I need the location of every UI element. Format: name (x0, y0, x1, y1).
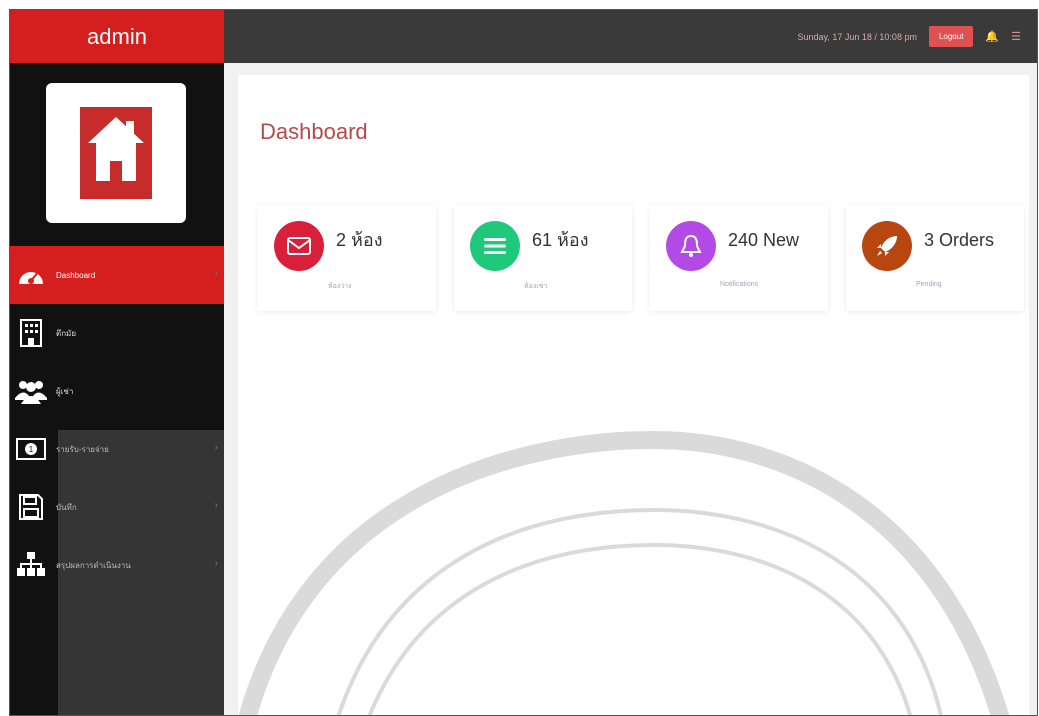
stat-value: 240 New (728, 230, 800, 250)
stat-card-notifications[interactable]: 240 New Notifications (650, 205, 828, 311)
stat-value: 61 ห้อง (532, 230, 589, 250)
bell-icon (666, 221, 716, 271)
sidebar-item-label: ตึกมัย (56, 328, 76, 338)
sidebar-item-tenants[interactable]: ผู้เช่า (10, 362, 224, 420)
sidebar: admin Dashboard › ตึกมัย ผู้เช่า 1 รายรั… (10, 10, 224, 715)
brand-title[interactable]: admin (10, 10, 224, 63)
sidebar-item-building[interactable]: ตึกมัย (10, 304, 224, 362)
home-logo[interactable] (46, 83, 186, 223)
sidebar-item-label: Dashboard (56, 270, 96, 280)
svg-text:1: 1 (29, 445, 34, 454)
app-window: admin Dashboard › ตึกมัย ผู้เช่า 1 รายรั… (9, 9, 1038, 716)
datetime-display: Sunday, 17 Jun 18 / 10:08 pm (797, 31, 917, 42)
building-icon (14, 318, 48, 348)
stat-value: 3 Orders (924, 230, 995, 250)
logout-button[interactable]: Logout (928, 26, 974, 47)
stat-value: 2 ห้อง (336, 230, 383, 250)
stat-label: ห้องเช่า (524, 283, 548, 290)
stat-card-vacant[interactable]: 2 ห้อง ห้องว่าง (258, 205, 436, 311)
stat-card-orders[interactable]: 3 Orders Pending (846, 205, 1024, 311)
money-icon: 1 (14, 434, 48, 464)
bell-icon[interactable]: 🔔 (985, 30, 999, 43)
dashboard-gauge-icon (14, 260, 48, 290)
top-bar: Sunday, 17 Jun 18 / 10:08 pm Logout 🔔 ☰ (224, 10, 1037, 63)
stat-card-rented[interactable]: 61 ห้อง ห้องเช่า (454, 205, 632, 311)
sidebar-shade (58, 430, 224, 715)
stat-label: ห้องว่าง (328, 283, 352, 290)
rocket-icon (862, 221, 912, 271)
sidebar-item-label: ผู้เช่า (56, 386, 74, 396)
users-icon (14, 376, 48, 406)
sidebar-item-dashboard[interactable]: Dashboard › (10, 246, 224, 304)
stat-cards: 2 ห้อง ห้องว่าง 61 ห้อง ห้องเช่า 240 New… (258, 205, 1024, 311)
list-icon (470, 221, 520, 271)
stat-label: Notifications (720, 281, 759, 288)
user-icon[interactable]: ☰ (1011, 30, 1021, 43)
dashboard-panel: Dashboard 2 ห้อง ห้องว่าง 61 ห้อง ห้องเช… (238, 75, 1029, 715)
org-chart-icon (14, 550, 48, 580)
chevron-right-icon: › (214, 268, 218, 279)
envelope-icon (274, 221, 324, 271)
stat-label: Pending (916, 281, 942, 288)
page-title: Dashboard (260, 119, 368, 144)
floppy-disk-icon (14, 492, 48, 522)
house-icon (80, 107, 152, 199)
main-content: Dashboard 2 ห้อง ห้องว่าง 61 ห้อง ห้องเช… (224, 63, 1037, 715)
